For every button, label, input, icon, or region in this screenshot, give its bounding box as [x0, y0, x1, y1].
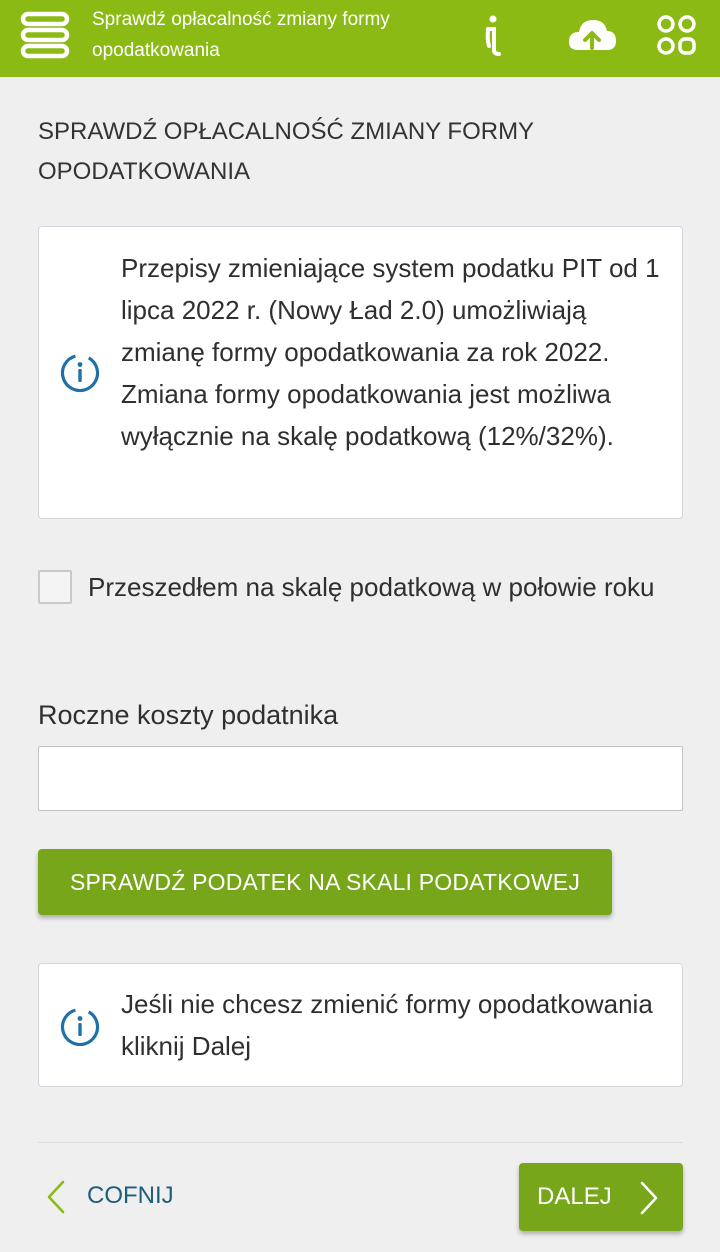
next-button[interactable]: DALEJ: [519, 1163, 683, 1231]
chevron-left-icon: [47, 1180, 65, 1214]
half-year-scale-label[interactable]: Przeszedłem na skalę podatkową w połowie…: [88, 566, 668, 608]
back-button[interactable]: COFNIJ: [38, 1165, 198, 1227]
next-button-label: DALEJ: [537, 1183, 612, 1210]
info-notice-box: Przepisy zmieniające system podatku PIT …: [38, 226, 683, 519]
apps-grid-icon[interactable]: [656, 14, 698, 58]
half-year-scale-option[interactable]: Przeszedłem na skalę podatkową w połowie…: [38, 566, 683, 656]
info-circle-icon: [60, 1007, 100, 1047]
app-header: Sprawdź opłacalność zmiany formy opodatk…: [0, 0, 720, 77]
annual-costs-input[interactable]: [38, 746, 683, 811]
annual-costs-label: Roczne koszty podatnika: [38, 700, 339, 730]
chevron-right-icon: [640, 1181, 658, 1215]
back-button-label: COFNIJ: [87, 1182, 174, 1209]
next-hint-text: Jeśli nie chcesz zmienić formy opodatkow…: [121, 989, 653, 1061]
check-tax-scale-button[interactable]: SPRAWDŹ PODATEK NA SKALI PODATKOWEJ: [38, 849, 612, 915]
info-icon[interactable]: [480, 14, 506, 58]
page-title: SPRAWDŹ OPŁACALNOŚĆ ZMIANY FORMY OPODATK…: [38, 118, 534, 185]
next-hint-box: Jeśli nie chcesz zmienić formy opodatkow…: [38, 963, 683, 1087]
info-circle-icon: [60, 353, 100, 393]
info-notice-text: Przepisy zmieniające system podatku PIT …: [121, 253, 660, 451]
cloud-upload-icon[interactable]: [566, 14, 618, 58]
layers-menu-icon[interactable]: [20, 11, 70, 61]
half-year-scale-checkbox[interactable]: [38, 570, 72, 604]
footer-divider: [38, 1142, 683, 1143]
header-title: Sprawdź opłacalność zmiany formy opodatk…: [92, 9, 390, 61]
